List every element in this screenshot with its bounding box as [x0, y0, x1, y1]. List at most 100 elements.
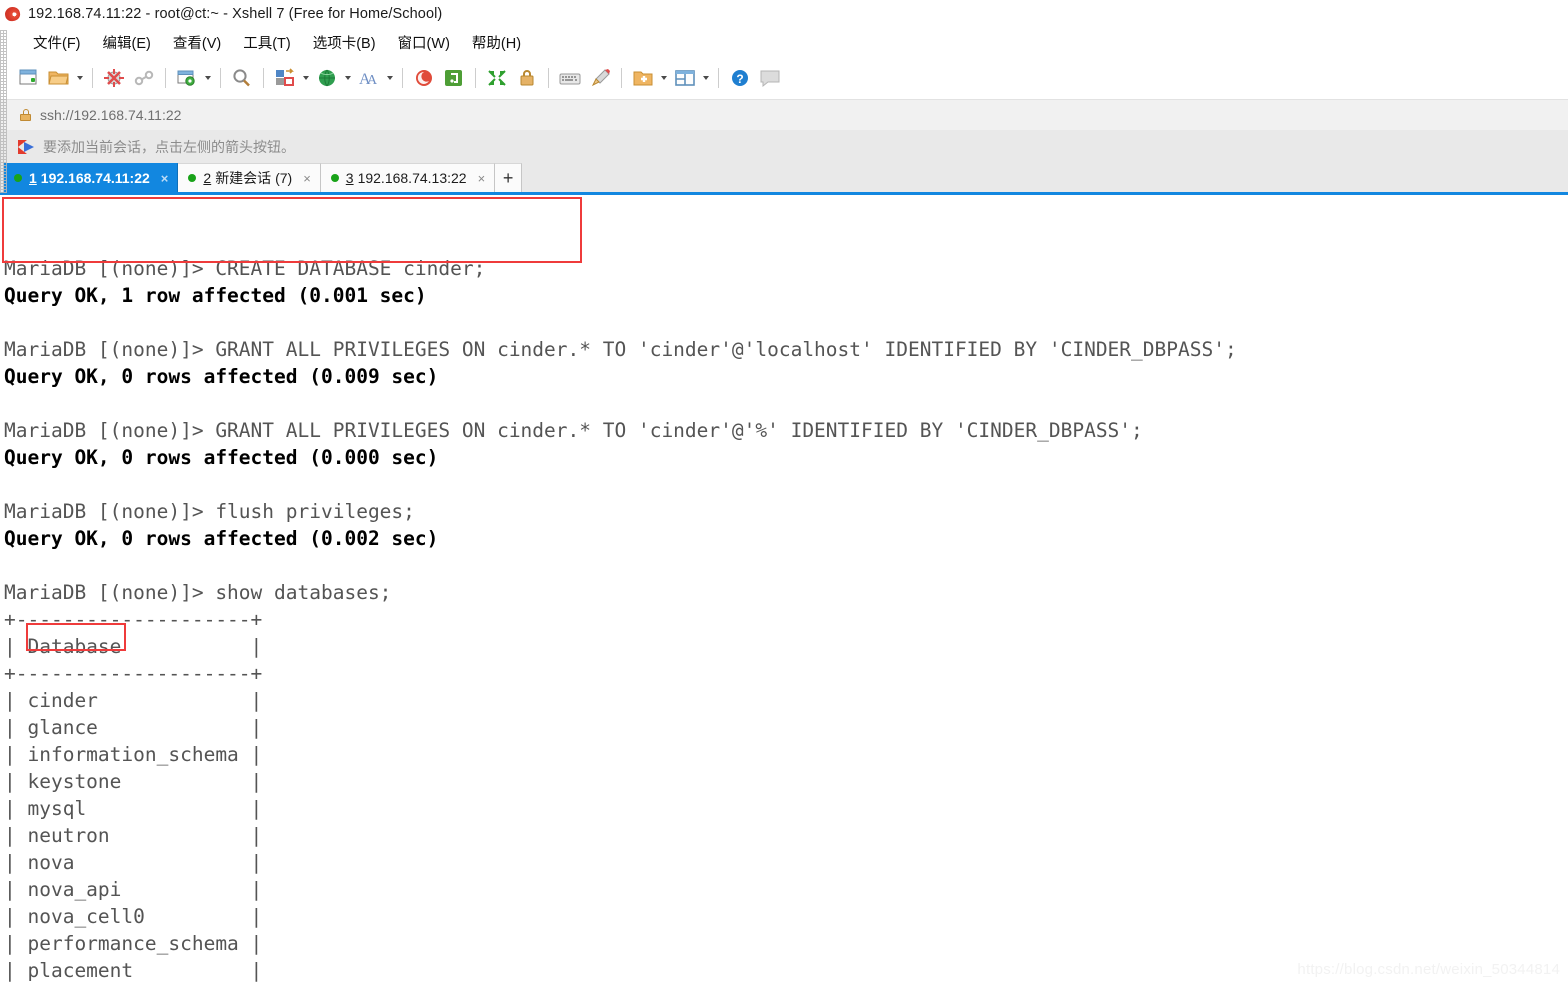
- terminal-line: Query OK, 0 rows affected (0.009 sec): [4, 365, 439, 388]
- web-browser-dropdown-caret[interactable]: [342, 64, 354, 92]
- font-dropdown-caret[interactable]: [384, 64, 396, 92]
- menu-window[interactable]: 窗口(W): [387, 29, 461, 56]
- connection-status-dot: [14, 174, 22, 182]
- terminal-line: | cinder |: [4, 689, 263, 712]
- address-bar[interactable]: ssh://192.168.74.11:22: [0, 99, 1568, 130]
- tab-index: 1: [29, 170, 37, 186]
- xshell-spiral-icon: [3, 5, 22, 23]
- terminal-line: | performance_schema |: [4, 932, 263, 955]
- session-hint-bar: 要添加当前会话，点击左侧的箭头按钮。: [0, 130, 1568, 163]
- transfer-file-dropdown-caret[interactable]: [300, 64, 312, 92]
- tab-1-192-168-74-11[interactable]: 1 192.168.74.11:22 ×: [4, 163, 179, 192]
- title-bar: 192.168.74.11:22 - root@ct:~ - Xshell 7 …: [0, 0, 1568, 28]
- terminal-line: MariaDB [(none)]> GRANT ALL PRIVILEGES O…: [4, 419, 1143, 442]
- terminal-output[interactable]: MariaDB [(none)]> CREATE DATABASE cinder…: [0, 195, 1568, 991]
- watermark: https://blog.csdn.net/weixin_50344814: [1297, 961, 1560, 978]
- terminal-line: Query OK, 1 row affected (0.001 sec): [4, 284, 427, 307]
- toolbar-separator: [220, 68, 221, 88]
- address-value: ssh://192.168.74.11:22: [40, 107, 182, 123]
- terminal-line: | nova |: [4, 851, 263, 874]
- terminal-line: +--------------------+: [4, 984, 1568, 991]
- close-icon[interactable]: ×: [303, 172, 311, 185]
- lock-icon[interactable]: [512, 63, 542, 93]
- terminal-line: | keystone |: [4, 770, 263, 793]
- menu-view[interactable]: 查看(V): [162, 29, 232, 56]
- menu-bar: 文件(F) 编辑(E) 查看(V) 工具(T) 选项卡(B) 窗口(W) 帮助(…: [0, 28, 1568, 57]
- fullscreen-icon[interactable]: [482, 63, 512, 93]
- terminal-line: MariaDB [(none)]> flush privileges;: [4, 500, 415, 523]
- terminal-line: MariaDB [(none)]> show databases;: [4, 581, 392, 604]
- session-properties-dropdown-caret[interactable]: [202, 64, 214, 92]
- tab-label: 新建会话 (7): [215, 170, 293, 186]
- toolbar-separator: [263, 68, 264, 88]
- terminal-line: MariaDB [(none)]> GRANT ALL PRIVILEGES O…: [4, 338, 1237, 361]
- session-properties-icon[interactable]: [172, 63, 202, 93]
- split-layout-dropdown-caret[interactable]: [700, 64, 712, 92]
- web-browser-icon[interactable]: [312, 63, 342, 93]
- new-session-icon[interactable]: [14, 63, 44, 93]
- lock-icon: [20, 109, 31, 121]
- terminal-line: | mysql |: [4, 797, 263, 820]
- menu-edit[interactable]: 编辑(E): [92, 29, 162, 56]
- terminal-line: MariaDB [(none)]> CREATE DATABASE cinder…: [4, 257, 486, 280]
- terminal-line: | glance |: [4, 716, 263, 739]
- toolbar-separator: [718, 68, 719, 88]
- terminal-line: | nova_cell0 |: [4, 905, 263, 928]
- toolbar-separator: [402, 68, 403, 88]
- open-folder-dropdown-caret[interactable]: [74, 64, 86, 92]
- toolbar: A A ?: [0, 57, 1568, 99]
- connection-status-dot: [330, 174, 339, 182]
- connection-status-dot: [188, 174, 197, 182]
- tab-label: 192.168.74.13:22: [357, 170, 467, 186]
- help-icon[interactable]: ?: [725, 63, 755, 93]
- menu-tools[interactable]: 工具(T): [232, 29, 302, 56]
- feedback-icon[interactable]: [755, 63, 785, 93]
- toolbar-separator: [165, 68, 166, 88]
- tab-strip: 1 192.168.74.11:22 × 2 新建会话 (7) × 3 192.…: [0, 163, 1568, 192]
- add-to-folder-icon[interactable]: [628, 63, 658, 93]
- tab-2-new-session[interactable]: 2 新建会话 (7) ×: [178, 163, 321, 192]
- terminal-line: | nova_api |: [4, 878, 263, 901]
- font-icon[interactable]: A A: [354, 63, 384, 93]
- new-tab-button[interactable]: +: [495, 163, 523, 192]
- terminal-line-list: MariaDB [(none)]> CREATE DATABASE cinder…: [4, 255, 1568, 991]
- menu-file[interactable]: 文件(F): [22, 29, 92, 56]
- terminal-line: | neutron |: [4, 824, 263, 847]
- transfer-file-icon[interactable]: [270, 63, 300, 93]
- disconnect-icon[interactable]: [99, 63, 129, 93]
- window-title: 192.168.74.11:22 - root@ct:~ - Xshell 7 …: [28, 6, 443, 22]
- svg-text:?: ?: [736, 72, 743, 86]
- toolbar-separator: [92, 68, 93, 88]
- xftp-icon[interactable]: [439, 63, 469, 93]
- search-icon[interactable]: [227, 63, 257, 93]
- terminal-line: | Database |: [4, 635, 263, 658]
- link-icon[interactable]: [129, 63, 159, 93]
- terminal-line: +--------------------+: [4, 662, 263, 685]
- tab-label: 192.168.74.11:22: [40, 170, 150, 186]
- svg-text:A: A: [367, 73, 378, 88]
- tab-index: 3: [345, 170, 354, 186]
- terminal-line: Query OK, 0 rows affected (0.000 sec): [4, 446, 439, 469]
- create-database-highlight: [2, 197, 582, 263]
- menu-tabs[interactable]: 选项卡(B): [302, 29, 387, 56]
- close-icon[interactable]: ×: [478, 172, 486, 185]
- keyboard-icon[interactable]: [555, 63, 585, 93]
- terminal-line: Query OK, 0 rows affected (0.002 sec): [4, 527, 439, 550]
- highlight-pen-icon[interactable]: [585, 63, 615, 93]
- toolbar-separator: [475, 68, 476, 88]
- close-icon[interactable]: ×: [161, 172, 169, 185]
- open-folder-icon[interactable]: [44, 63, 74, 93]
- split-layout-icon[interactable]: [670, 63, 700, 93]
- session-hint-text: 要添加当前会话，点击左侧的箭头按钮。: [43, 138, 295, 155]
- terminal-line: | information_schema |: [4, 743, 263, 766]
- xshell-icon[interactable]: [409, 63, 439, 93]
- toolbar-separator: [621, 68, 622, 88]
- tab-index: 2: [203, 170, 212, 186]
- add-to-folder-dropdown-caret[interactable]: [658, 64, 670, 92]
- menu-help[interactable]: 帮助(H): [461, 29, 532, 56]
- tab-3-192-168-74-13[interactable]: 3 192.168.74.13:22 ×: [320, 163, 496, 192]
